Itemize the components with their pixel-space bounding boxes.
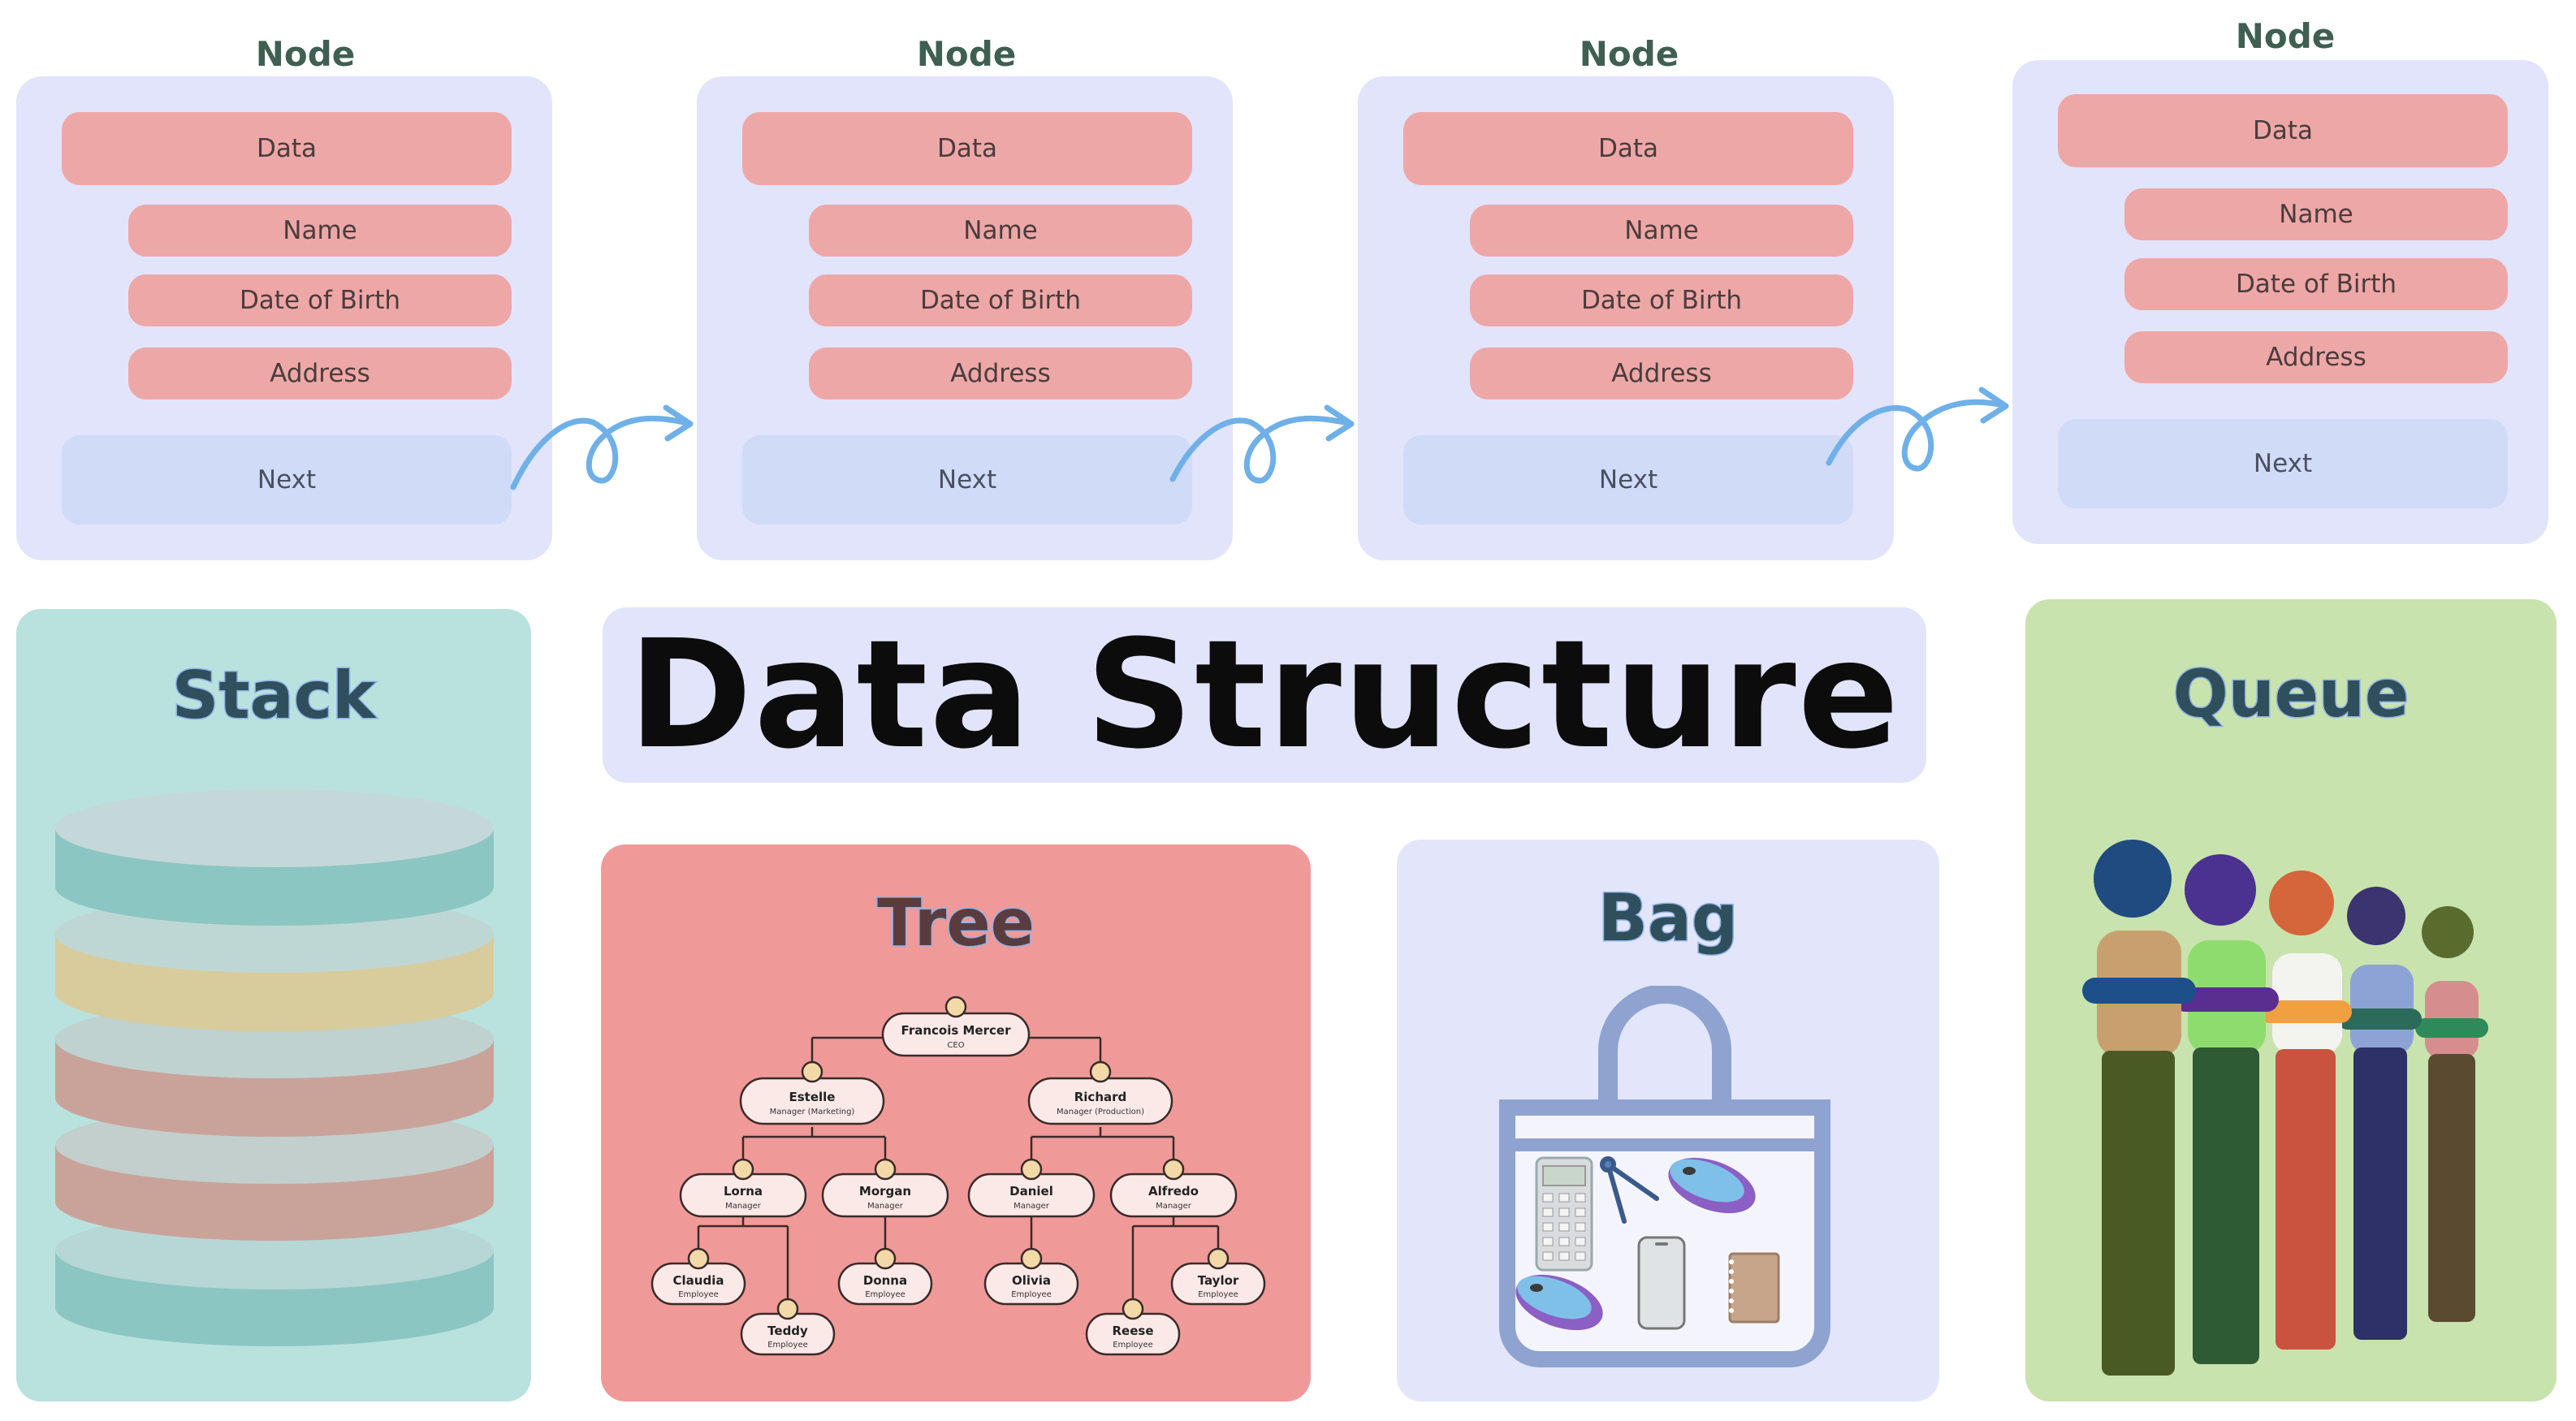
person-icon-4: [2337, 887, 2422, 1340]
person-icon: [1089, 1060, 1112, 1083]
person-icon: [1020, 1158, 1043, 1181]
svg-text:Richard: Richard: [1074, 1090, 1127, 1104]
arrow-icon-3: [1826, 399, 2009, 472]
svg-text:Morgan: Morgan: [859, 1184, 911, 1199]
bag-title: Bag: [1597, 879, 1739, 957]
org-node-employee-3: Donna Employee: [837, 1247, 933, 1306]
bag-icon: [1499, 986, 1830, 1367]
svg-text:Employee: Employee: [678, 1290, 719, 1299]
person-icon-2: [2173, 854, 2279, 1364]
org-node-ceo: Francois Mercer CEO: [881, 996, 1031, 1057]
person-icon: [801, 1060, 823, 1083]
org-node-manager-1: Estelle Manager (Marketing): [739, 1060, 885, 1125]
person-icon: [874, 1247, 897, 1270]
svg-text:Manager: Manager: [1014, 1202, 1050, 1211]
queue-people-icon: [2082, 840, 2488, 1376]
svg-text:Donna: Donna: [863, 1273, 907, 1288]
bag-panel: Bag: [1397, 840, 1939, 1402]
org-node-employee-5: Reese Employee: [1085, 1298, 1181, 1356]
person-icon-3: [2258, 870, 2352, 1350]
svg-text:Manager: Manager: [867, 1202, 904, 1211]
svg-text:Employee: Employee: [1198, 1290, 1238, 1299]
person-icon: [776, 1298, 799, 1320]
person-icon: [1122, 1298, 1144, 1320]
org-node-employee-4: Olivia Employee: [983, 1247, 1079, 1306]
queue-panel: Queue: [2025, 599, 2557, 1402]
svg-text:Alfredo: Alfredo: [1148, 1184, 1199, 1199]
org-chart: Francois Mercer CEO Estelle Manager (Mar…: [650, 996, 1266, 1356]
svg-text:Employee: Employee: [1113, 1341, 1153, 1350]
title-banner: Data Structure: [603, 607, 1926, 783]
svg-text:Employee: Employee: [1011, 1290, 1052, 1299]
tree-panel: Tree Francois Mercer CEO Estelle Manager…: [601, 844, 1311, 1402]
svg-text:Manager (Marketing): Manager (Marketing): [770, 1108, 855, 1116]
person-icon: [1020, 1247, 1043, 1270]
ceo-name: Francois Mercer: [901, 1023, 1012, 1038]
org-node-lead-4: Alfredo Manager: [1109, 1158, 1238, 1218]
stack-icon: [55, 789, 494, 1346]
org-node-lead-2: Morgan Manager: [821, 1158, 949, 1218]
svg-text:Teddy: Teddy: [767, 1324, 808, 1338]
person-icon: [874, 1158, 897, 1181]
svg-text:Employee: Employee: [865, 1290, 905, 1299]
arrow-icon-1: [510, 415, 694, 490]
svg-text:Estelle: Estelle: [789, 1090, 836, 1104]
svg-text:Taylor: Taylor: [1198, 1273, 1239, 1288]
svg-text:Manager (Production): Manager (Production): [1057, 1108, 1144, 1116]
person-icon: [1162, 1158, 1185, 1181]
org-node-employee-6: Taylor Employee: [1170, 1247, 1266, 1306]
arrow-icon-2: [1169, 415, 1355, 484]
svg-text:Manager: Manager: [1156, 1202, 1192, 1211]
org-node-manager-2: Richard Manager (Production): [1027, 1060, 1173, 1125]
person-icon: [944, 996, 967, 1018]
ceo-role: CEO: [947, 1041, 964, 1050]
notebook-icon: [1728, 1252, 1780, 1324]
person-icon-1: [2082, 840, 2196, 1376]
stack-title: Stack: [171, 657, 376, 735]
phone-icon: [1637, 1236, 1686, 1330]
person-icon: [732, 1158, 754, 1181]
stack-layers: [55, 789, 494, 1346]
svg-text:Olivia: Olivia: [1012, 1273, 1051, 1288]
org-node-employee-1: Claudia Employee: [650, 1247, 746, 1306]
queue-title: Queue: [2172, 655, 2410, 733]
svg-text:Lorna: Lorna: [724, 1184, 763, 1199]
person-icon: [1207, 1247, 1230, 1270]
svg-text:Reese: Reese: [1113, 1324, 1154, 1338]
svg-text:Claudia: Claudia: [673, 1273, 724, 1288]
svg-text:Employee: Employee: [767, 1341, 808, 1350]
person-icon: [687, 1247, 710, 1270]
org-node-lead-3: Daniel Manager: [967, 1158, 1096, 1218]
stack-panel: Stack: [16, 609, 531, 1402]
person-icon-5: [2415, 906, 2488, 1322]
page-title: Data Structure: [628, 608, 1901, 782]
org-node-employee-2: Teddy Employee: [740, 1298, 836, 1356]
calculator-icon: [1535, 1156, 1593, 1272]
svg-text:Daniel: Daniel: [1009, 1184, 1053, 1199]
next-arrows: [510, 387, 2009, 490]
svg-text:Manager: Manager: [725, 1202, 762, 1211]
org-node-lead-1: Lorna Manager: [679, 1158, 807, 1218]
